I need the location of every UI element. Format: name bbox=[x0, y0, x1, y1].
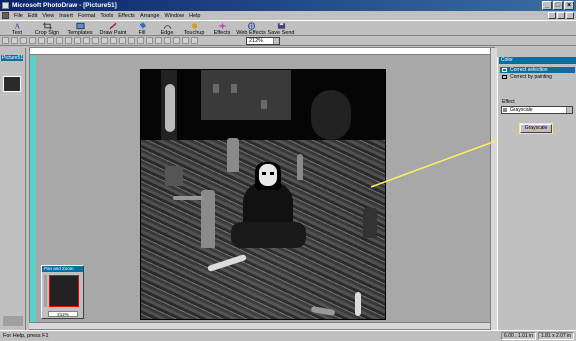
chevron-down-icon[interactable] bbox=[566, 107, 572, 113]
status-bar: For Help, press F1 6.00 , 1.01 in 1.81 x… bbox=[0, 330, 576, 341]
pan-zoom-value: 212% bbox=[48, 311, 78, 317]
brush-icon bbox=[502, 75, 507, 79]
effect-select[interactable]: Grayscale bbox=[501, 106, 573, 114]
status-size: 1.81 x 2.07 in bbox=[537, 332, 574, 340]
option-label: Correct selection bbox=[510, 67, 548, 73]
zoom-slider[interactable] bbox=[44, 275, 47, 307]
status-help-text: For Help, press F1 bbox=[3, 333, 49, 339]
panel-title: Color bbox=[499, 57, 576, 64]
pan-preview[interactable] bbox=[49, 275, 79, 307]
callout-arrow bbox=[370, 130, 522, 188]
grayscale-button[interactable]: Grayscale bbox=[519, 123, 553, 134]
grayscale-icon bbox=[503, 108, 507, 112]
option-label: Correct by painting bbox=[510, 74, 552, 80]
color-effect-panel: Color Correct selection Correct by paint… bbox=[497, 57, 576, 330]
effect-label: Effect bbox=[502, 99, 515, 105]
pan-zoom-title: Pan and Zoom bbox=[42, 266, 83, 272]
effect-value: Grayscale bbox=[510, 107, 533, 113]
option-correct-selection[interactable]: Correct selection bbox=[500, 67, 575, 73]
status-position: 6.00 , 1.01 in bbox=[501, 332, 536, 340]
pan-zoom-window: Pan and Zoom 212% bbox=[41, 265, 84, 319]
option-correct-by-painting[interactable]: Correct by painting bbox=[500, 74, 575, 80]
selection-icon bbox=[502, 68, 507, 72]
